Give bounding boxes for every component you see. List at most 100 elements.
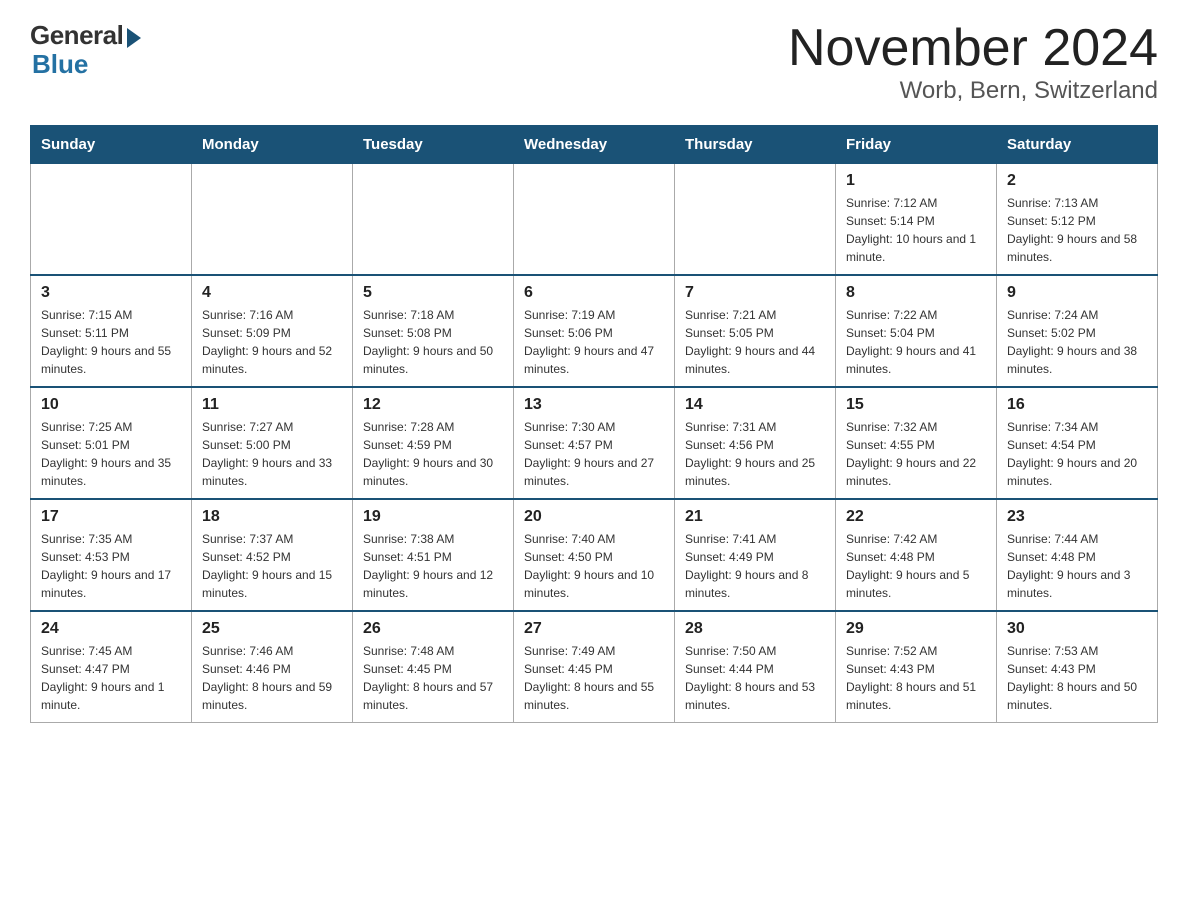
day-number: 30: [1007, 620, 1147, 638]
day-number: 1: [846, 172, 986, 190]
cell-daylight-info: Sunrise: 7:46 AM Sunset: 4:46 PM Dayligh…: [202, 642, 342, 714]
day-number: 21: [685, 508, 825, 526]
day-number: 14: [685, 396, 825, 414]
day-number: 15: [846, 396, 986, 414]
calendar-cell: 17 Sunrise: 7:35 AM Sunset: 4:53 PM Dayli…: [31, 499, 192, 611]
cell-daylight-info: Sunrise: 7:31 AM Sunset: 4:56 PM Dayligh…: [685, 418, 825, 490]
cell-daylight-info: Sunrise: 7:24 AM Sunset: 5:02 PM Dayligh…: [1007, 306, 1147, 378]
day-number: 24: [41, 620, 181, 638]
calendar-cell: 10 Sunrise: 7:25 AM Sunset: 5:01 PM Dayli…: [31, 387, 192, 499]
weekday-header-row: SundayMondayTuesdayWednesdayThursdayFrid…: [31, 126, 1158, 164]
calendar-cell: 12 Sunrise: 7:28 AM Sunset: 4:59 PM Dayli…: [353, 387, 514, 499]
day-number: 13: [524, 396, 664, 414]
calendar-cell: 30 Sunrise: 7:53 AM Sunset: 4:43 PM Dayli…: [997, 611, 1158, 723]
title-area: November 2024 Worb, Bern, Switzerland: [788, 20, 1158, 105]
cell-daylight-info: Sunrise: 7:35 AM Sunset: 4:53 PM Dayligh…: [41, 530, 181, 602]
calendar-cell: 26 Sunrise: 7:48 AM Sunset: 4:45 PM Dayli…: [353, 611, 514, 723]
cell-daylight-info: Sunrise: 7:19 AM Sunset: 5:06 PM Dayligh…: [524, 306, 664, 378]
weekday-header-wednesday: Wednesday: [514, 126, 675, 164]
day-number: 28: [685, 620, 825, 638]
day-number: 10: [41, 396, 181, 414]
day-number: 22: [846, 508, 986, 526]
week-row-4: 17 Sunrise: 7:35 AM Sunset: 4:53 PM Dayli…: [31, 499, 1158, 611]
week-row-5: 24 Sunrise: 7:45 AM Sunset: 4:47 PM Dayli…: [31, 611, 1158, 723]
day-number: 8: [846, 284, 986, 302]
day-number: 29: [846, 620, 986, 638]
calendar-cell: 24 Sunrise: 7:45 AM Sunset: 4:47 PM Dayli…: [31, 611, 192, 723]
logo-arrow-icon: [127, 28, 141, 48]
week-row-1: 1 Sunrise: 7:12 AM Sunset: 5:14 PM Daylig…: [31, 164, 1158, 276]
month-title: November 2024: [788, 20, 1158, 77]
day-number: 17: [41, 508, 181, 526]
weekday-header-sunday: Sunday: [31, 126, 192, 164]
calendar-cell: 23 Sunrise: 7:44 AM Sunset: 4:48 PM Dayli…: [997, 499, 1158, 611]
day-number: 19: [363, 508, 503, 526]
calendar-cell: 8 Sunrise: 7:22 AM Sunset: 5:04 PM Daylig…: [836, 275, 997, 387]
cell-daylight-info: Sunrise: 7:34 AM Sunset: 4:54 PM Dayligh…: [1007, 418, 1147, 490]
cell-daylight-info: Sunrise: 7:13 AM Sunset: 5:12 PM Dayligh…: [1007, 194, 1147, 266]
calendar-cell: 22Sunrise: 7:42 AM Sunset: 4:48 PM Dayli…: [836, 499, 997, 611]
day-number: 26: [363, 620, 503, 638]
logo: General Blue: [30, 20, 141, 77]
cell-daylight-info: Sunrise: 7:44 AM Sunset: 4:48 PM Dayligh…: [1007, 530, 1147, 602]
weekday-header-saturday: Saturday: [997, 126, 1158, 164]
cell-daylight-info: Sunrise: 7:28 AM Sunset: 4:59 PM Dayligh…: [363, 418, 503, 490]
cell-daylight-info: Sunrise: 7:21 AM Sunset: 5:05 PM Dayligh…: [685, 306, 825, 378]
calendar-cell: 2 Sunrise: 7:13 AM Sunset: 5:12 PM Daylig…: [997, 164, 1158, 276]
calendar-cell: 27Sunrise: 7:49 AM Sunset: 4:45 PM Dayli…: [514, 611, 675, 723]
cell-daylight-info: Sunrise: 7:32 AM Sunset: 4:55 PM Dayligh…: [846, 418, 986, 490]
calendar-cell: [31, 164, 192, 276]
cell-daylight-info: Sunrise: 7:30 AM Sunset: 4:57 PM Dayligh…: [524, 418, 664, 490]
day-number: 3: [41, 284, 181, 302]
weekday-header-thursday: Thursday: [675, 126, 836, 164]
calendar-cell: 15 Sunrise: 7:32 AM Sunset: 4:55 PM Dayli…: [836, 387, 997, 499]
calendar-cell: 5Sunrise: 7:18 AM Sunset: 5:08 PM Daylig…: [353, 275, 514, 387]
page-header: General Blue November 2024 Worb, Bern, S…: [30, 20, 1158, 105]
calendar-cell: 11 Sunrise: 7:27 AM Sunset: 5:00 PM Dayli…: [192, 387, 353, 499]
day-number: 16: [1007, 396, 1147, 414]
calendar-cell: 7Sunrise: 7:21 AM Sunset: 5:05 PM Daylig…: [675, 275, 836, 387]
day-number: 18: [202, 508, 342, 526]
day-number: 23: [1007, 508, 1147, 526]
calendar-cell: [675, 164, 836, 276]
cell-daylight-info: Sunrise: 7:15 AM Sunset: 5:11 PM Dayligh…: [41, 306, 181, 378]
day-number: 2: [1007, 172, 1147, 190]
calendar-cell: 18Sunrise: 7:37 AM Sunset: 4:52 PM Dayli…: [192, 499, 353, 611]
calendar-cell: 25 Sunrise: 7:46 AM Sunset: 4:46 PM Dayli…: [192, 611, 353, 723]
calendar-cell: 19 Sunrise: 7:38 AM Sunset: 4:51 PM Dayli…: [353, 499, 514, 611]
calendar-cell: 3 Sunrise: 7:15 AM Sunset: 5:11 PM Daylig…: [31, 275, 192, 387]
cell-daylight-info: Sunrise: 7:27 AM Sunset: 5:00 PM Dayligh…: [202, 418, 342, 490]
cell-daylight-info: Sunrise: 7:53 AM Sunset: 4:43 PM Dayligh…: [1007, 642, 1147, 714]
day-number: 5: [363, 284, 503, 302]
day-number: 25: [202, 620, 342, 638]
day-number: 12: [363, 396, 503, 414]
calendar-cell: [353, 164, 514, 276]
cell-daylight-info: Sunrise: 7:16 AM Sunset: 5:09 PM Dayligh…: [202, 306, 342, 378]
day-number: 11: [202, 396, 342, 414]
calendar-cell: 9Sunrise: 7:24 AM Sunset: 5:02 PM Daylig…: [997, 275, 1158, 387]
cell-daylight-info: Sunrise: 7:40 AM Sunset: 4:50 PM Dayligh…: [524, 530, 664, 602]
cell-daylight-info: Sunrise: 7:45 AM Sunset: 4:47 PM Dayligh…: [41, 642, 181, 714]
cell-daylight-info: Sunrise: 7:48 AM Sunset: 4:45 PM Dayligh…: [363, 642, 503, 714]
weekday-header-friday: Friday: [836, 126, 997, 164]
day-number: 6: [524, 284, 664, 302]
calendar-cell: [514, 164, 675, 276]
calendar-cell: 16 Sunrise: 7:34 AM Sunset: 4:54 PM Dayli…: [997, 387, 1158, 499]
calendar-cell: 14 Sunrise: 7:31 AM Sunset: 4:56 PM Dayli…: [675, 387, 836, 499]
calendar-cell: 6 Sunrise: 7:19 AM Sunset: 5:06 PM Daylig…: [514, 275, 675, 387]
cell-daylight-info: Sunrise: 7:22 AM Sunset: 5:04 PM Dayligh…: [846, 306, 986, 378]
cell-daylight-info: Sunrise: 7:12 AM Sunset: 5:14 PM Dayligh…: [846, 194, 986, 266]
weekday-header-tuesday: Tuesday: [353, 126, 514, 164]
cell-daylight-info: Sunrise: 7:38 AM Sunset: 4:51 PM Dayligh…: [363, 530, 503, 602]
cell-daylight-info: Sunrise: 7:41 AM Sunset: 4:49 PM Dayligh…: [685, 530, 825, 602]
cell-daylight-info: Sunrise: 7:25 AM Sunset: 5:01 PM Dayligh…: [41, 418, 181, 490]
calendar-cell: 20 Sunrise: 7:40 AM Sunset: 4:50 PM Dayli…: [514, 499, 675, 611]
day-number: 20: [524, 508, 664, 526]
location-title: Worb, Bern, Switzerland: [788, 77, 1158, 105]
cell-daylight-info: Sunrise: 7:49 AM Sunset: 4:45 PM Dayligh…: [524, 642, 664, 714]
week-row-3: 10 Sunrise: 7:25 AM Sunset: 5:01 PM Dayli…: [31, 387, 1158, 499]
week-row-2: 3 Sunrise: 7:15 AM Sunset: 5:11 PM Daylig…: [31, 275, 1158, 387]
day-number: 4: [202, 284, 342, 302]
calendar-cell: 28Sunrise: 7:50 AM Sunset: 4:44 PM Dayli…: [675, 611, 836, 723]
calendar-cell: 4 Sunrise: 7:16 AM Sunset: 5:09 PM Daylig…: [192, 275, 353, 387]
